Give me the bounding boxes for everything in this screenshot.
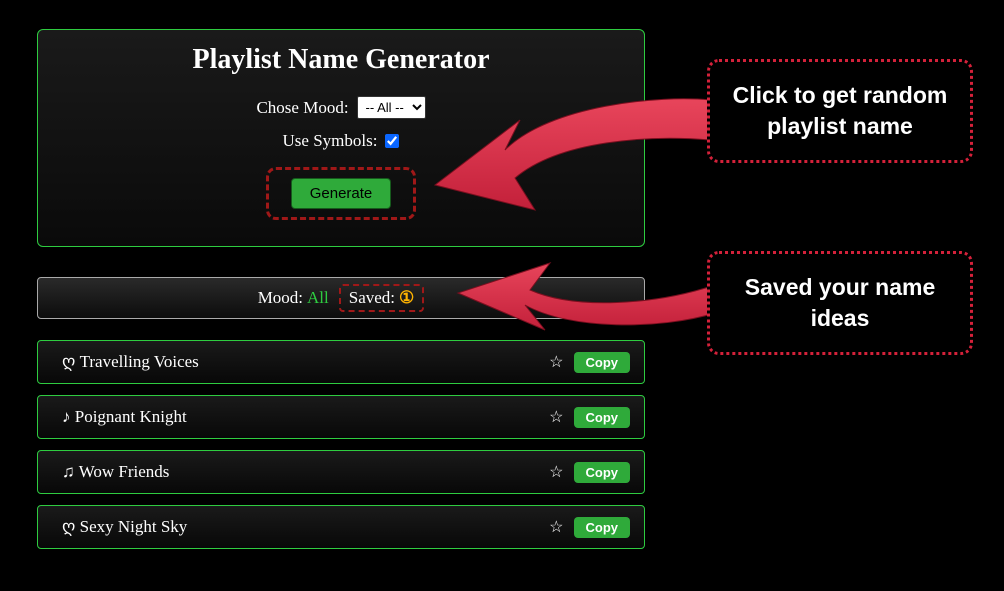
status-bar: Mood: All Saved: ①	[37, 277, 645, 319]
result-name: ♫ Wow Friends	[62, 462, 549, 482]
list-item: ღ Sexy Night Sky ☆ Copy	[37, 505, 645, 549]
copy-button[interactable]: Copy	[574, 517, 631, 538]
callout-saved: Saved your name ideas	[707, 251, 973, 355]
mood-label: Chose Mood:	[256, 98, 348, 118]
result-name: ღ Travelling Voices	[62, 352, 549, 372]
generate-button[interactable]: Generate	[291, 178, 392, 209]
symbols-checkbox[interactable]	[385, 134, 399, 148]
result-name: ♪ Poignant Knight	[62, 407, 549, 427]
saved-count: ①	[399, 288, 414, 308]
symbols-label: Use Symbols:	[283, 131, 378, 151]
status-mood-label: Mood:	[258, 288, 303, 308]
mood-row: Chose Mood: -- All --	[38, 96, 644, 119]
list-item: ღ Travelling Voices ☆ Copy	[37, 340, 645, 384]
generate-highlight: Generate	[266, 167, 417, 220]
callout-generate: Click to get random playlist name	[707, 59, 973, 163]
page-title: Playlist Name Generator	[38, 44, 644, 76]
saved-highlight[interactable]: Saved: ①	[339, 284, 425, 312]
star-icon[interactable]: ☆	[549, 462, 563, 482]
list-item: ♫ Wow Friends ☆ Copy	[37, 450, 645, 494]
result-name: ღ Sexy Night Sky	[62, 517, 549, 537]
star-icon[interactable]: ☆	[549, 517, 563, 537]
status-mood-value: All	[307, 288, 329, 308]
copy-button[interactable]: Copy	[574, 407, 631, 428]
saved-label: Saved:	[349, 288, 395, 308]
symbols-row: Use Symbols:	[38, 131, 644, 151]
copy-button[interactable]: Copy	[574, 462, 631, 483]
mood-select[interactable]: -- All --	[357, 96, 426, 119]
list-item: ♪ Poignant Knight ☆ Copy	[37, 395, 645, 439]
star-icon[interactable]: ☆	[549, 407, 563, 427]
generator-panel: Playlist Name Generator Chose Mood: -- A…	[37, 29, 645, 247]
star-icon[interactable]: ☆	[549, 352, 563, 372]
copy-button[interactable]: Copy	[574, 352, 631, 373]
results-list: ღ Travelling Voices ☆ Copy ♪ Poignant Kn…	[37, 340, 645, 560]
